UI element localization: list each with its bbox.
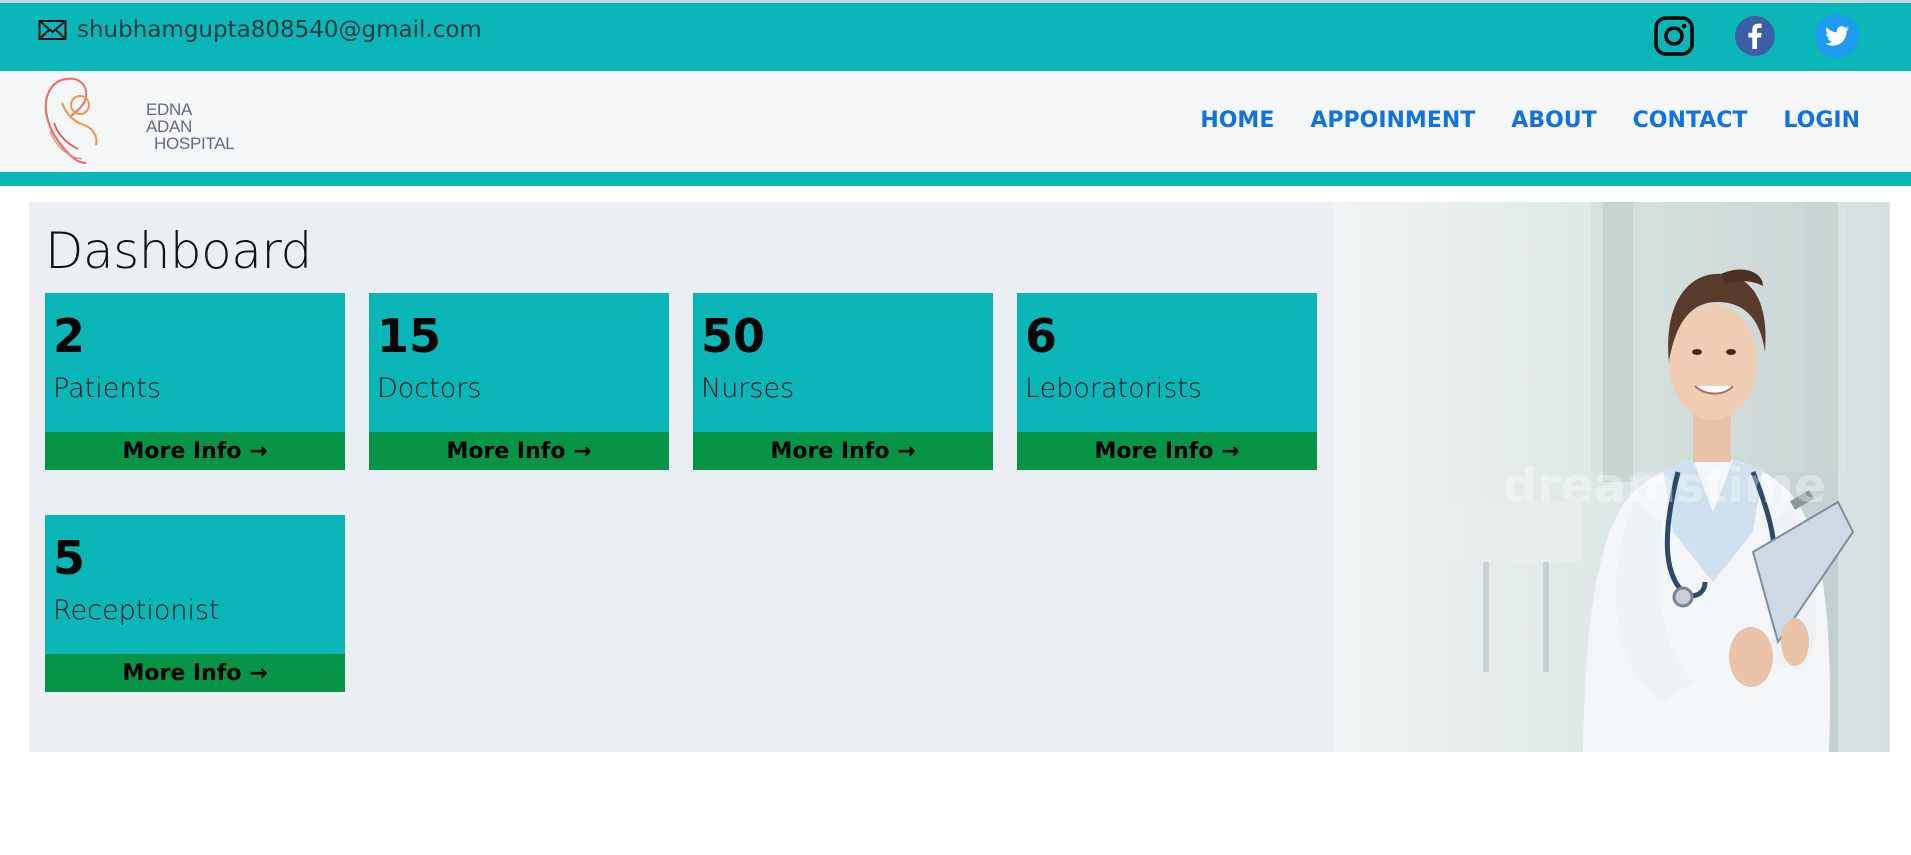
more-info-button[interactable]: More Info → [1017,432,1317,470]
stat-count: 5 [53,531,86,585]
stat-card-patients: 2 Patients More Info → [45,293,345,470]
top-bar: shubhamgupta808540@gmail.com [0,0,1911,71]
page-title: Dashboard [45,222,312,280]
mother-child-logo-icon [44,77,98,165]
nav-login[interactable]: LOGIN [1783,108,1860,133]
stat-card-laboratorists: 6 Leboratorists More Info → [1017,293,1317,470]
stat-label: Patients [53,373,162,404]
nav-appointment[interactable]: APPOINMENT [1310,108,1475,133]
hospital-logo[interactable]: EDNA ADAN HOSPITAL [40,73,235,167]
twitter-link[interactable] [1814,13,1860,59]
logo-text: EDNA ADAN HOSPITAL [146,100,235,153]
stat-label: Receptionist [53,595,220,626]
doctor-photo: dreamstime [1333,202,1890,752]
logo-line-1: EDNA ADAN [146,100,193,136]
instagram-icon [1654,16,1694,56]
stat-card-receptionist: 5 Receptionist More Info → [45,515,345,692]
stat-count: 6 [1025,309,1058,363]
instagram-link[interactable] [1651,13,1697,59]
stat-count: 2 [53,309,86,363]
stat-label: Leboratorists [1025,373,1202,404]
more-info-button[interactable]: More Info → [369,432,669,470]
main-navbar: EDNA ADAN HOSPITAL HOME APPOINMENT ABOUT… [0,71,1911,172]
stat-card-nurses: 50 Nurses More Info → [693,293,993,470]
stat-count: 15 [377,309,442,363]
nav-about[interactable]: ABOUT [1511,108,1596,133]
stat-card-doctors: 15 Doctors More Info → [369,293,669,470]
facebook-icon [1735,16,1775,56]
svg-text:dreamstime: dreamstime [1503,458,1827,514]
more-info-button[interactable]: More Info → [45,654,345,692]
nav-menu: HOME APPOINMENT ABOUT CONTACT LOGIN [1164,108,1860,133]
stat-label: Nurses [701,373,795,404]
divider-band [0,172,1911,186]
more-info-button[interactable]: More Info → [693,432,993,470]
twitter-icon [1815,14,1859,58]
nav-contact[interactable]: CONTACT [1633,108,1748,133]
stat-count: 50 [701,309,766,363]
doctor-illustration: dreamstime [1333,202,1890,752]
nav-home[interactable]: HOME [1200,108,1274,133]
mail-icon [38,20,67,40]
email-contact[interactable]: shubhamgupta808540@gmail.com [38,17,482,43]
stat-label: Doctors [377,373,482,404]
more-info-button[interactable]: More Info → [45,432,345,470]
email-text[interactable]: shubhamgupta808540@gmail.com [77,17,482,43]
logo-line-2: HOSPITAL [154,134,235,153]
facebook-link[interactable] [1732,13,1778,59]
